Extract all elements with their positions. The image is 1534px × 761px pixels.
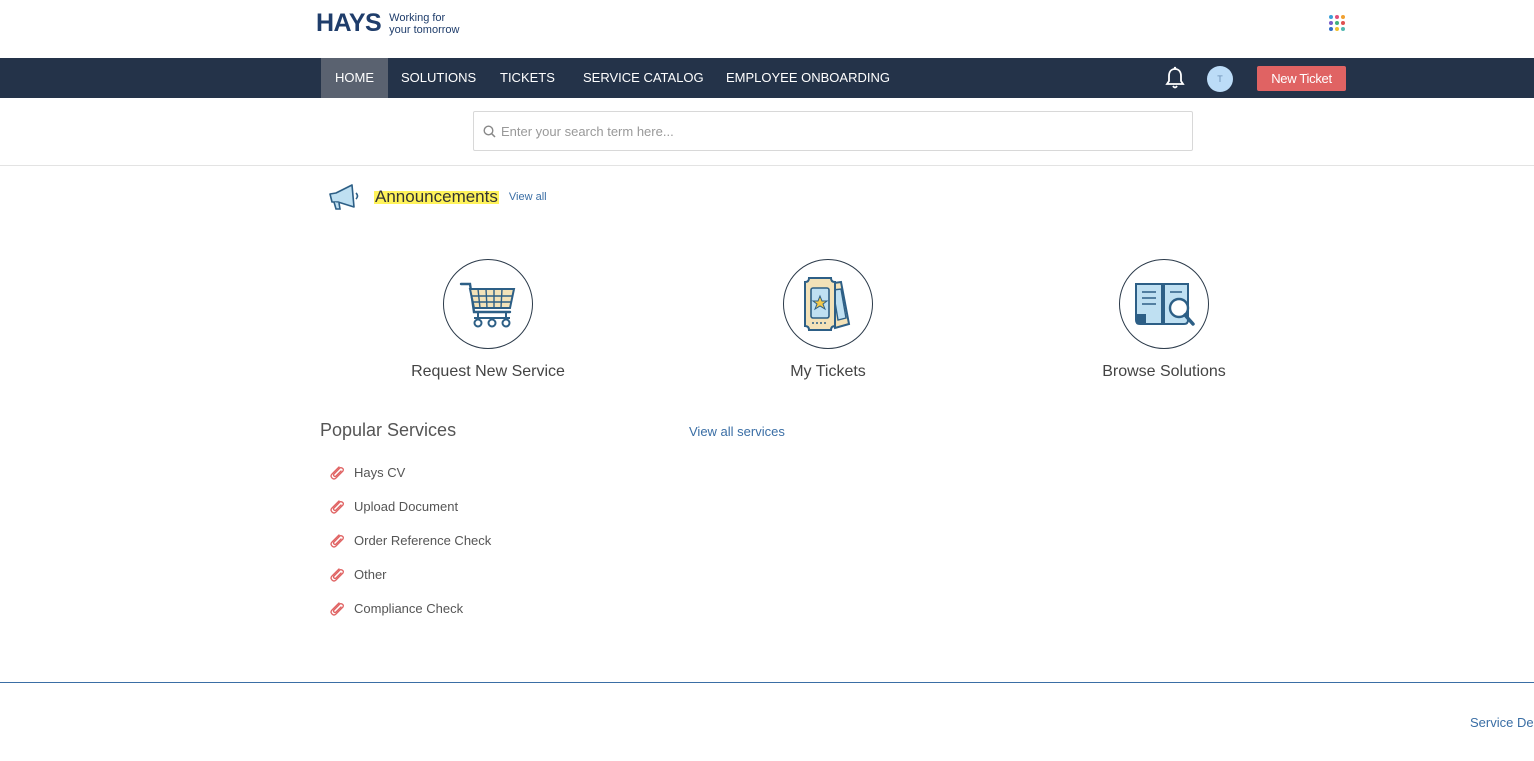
paperclip-icon [330,534,344,548]
logo-tagline: Working for your tomorrow [389,12,459,36]
service-item-label: Hays CV [354,465,406,480]
nav-service-catalog[interactable]: SERVICE CATALOG [569,58,718,98]
new-ticket-button[interactable]: New Ticket [1257,66,1346,91]
popular-services-list: Hays CV Upload Document Order Reference … [328,463,491,633]
tile-request-new-service[interactable]: Request New Service [388,259,588,381]
service-item-upload-document[interactable]: Upload Document [328,497,491,531]
nav-employee-onboarding[interactable]: EMPLOYEE ONBOARDING [712,58,904,98]
service-item-compliance-check[interactable]: Compliance Check [328,599,491,633]
search-input[interactable] [501,112,1181,150]
ticket-icon [804,277,851,331]
service-item-hays-cv[interactable]: Hays CV [328,463,491,497]
service-item-other[interactable]: Other [328,565,491,599]
paperclip-icon [330,568,344,582]
tile-label: Browse Solutions [1102,363,1226,380]
service-item-order-reference-check[interactable]: Order Reference Check [328,531,491,565]
nav-tickets[interactable]: TICKETS [486,58,569,98]
tile-icon-circle [783,259,873,349]
logo-wordmark: HAYS [316,9,382,37]
app-grid-icon[interactable] [1329,15,1345,31]
shopping-cart-icon [459,282,516,328]
tile-my-tickets[interactable]: My Tickets [728,259,928,381]
tile-label: Request New Service [411,363,565,380]
tagline-line-1: Working for [389,11,446,24]
hays-logo[interactable]: HAYS Working for your tomorrow [316,9,459,38]
popular-services-title: Popular Services [320,420,457,440]
user-avatar[interactable]: T [1207,66,1233,92]
megaphone-icon [329,184,359,210]
search-section [0,98,1534,166]
service-item-label: Other [354,567,387,582]
top-header: HAYS Working for your tomorrow [0,0,1534,58]
announcements-header: Announcements View all [326,180,547,214]
tile-browse-solutions[interactable]: Browse Solutions [1064,259,1264,381]
paperclip-icon [330,466,344,480]
service-item-label: Compliance Check [354,601,464,616]
search-icon [483,125,496,138]
nav-home[interactable]: HOME [321,58,388,98]
service-item-label: Upload Document [354,499,459,514]
search-box[interactable] [473,111,1193,151]
footer-service-desk-link[interactable]: Service Des [1470,715,1534,730]
tile-label: My Tickets [790,363,866,380]
tile-icon-circle [443,259,533,349]
announcements-title: Announcements [374,187,499,207]
nav-solutions[interactable]: SOLUTIONS [387,58,490,98]
service-item-label: Order Reference Check [354,533,492,548]
announcements-view-all-link[interactable]: View all [509,191,547,203]
footer-divider [0,682,1534,683]
view-all-services-link[interactable]: View all services [689,424,785,439]
bell-icon[interactable] [1164,66,1186,90]
paperclip-icon [330,602,344,616]
tagline-line-2: your tomorrow [389,23,460,36]
paperclip-icon [330,500,344,514]
book-search-icon [1135,283,1195,326]
tile-icon-circle [1119,259,1209,349]
